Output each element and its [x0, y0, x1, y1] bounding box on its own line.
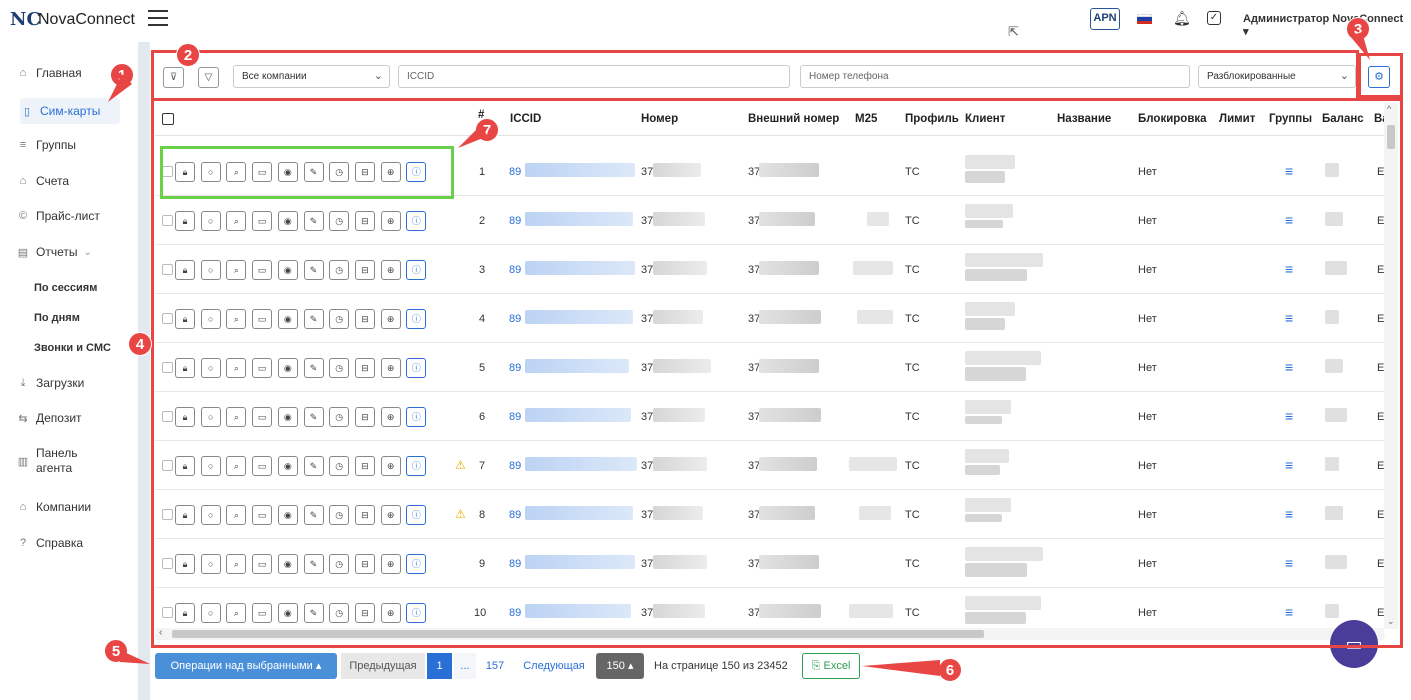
arrow-marker-1: [108, 74, 132, 102]
arrow-marker-5: [120, 650, 150, 664]
arrow-marker-6: [862, 660, 940, 676]
arrow-marker-7: [458, 126, 488, 148]
annotation-arrows: [108, 32, 1370, 676]
arrow-marker-3: [1350, 32, 1370, 60]
